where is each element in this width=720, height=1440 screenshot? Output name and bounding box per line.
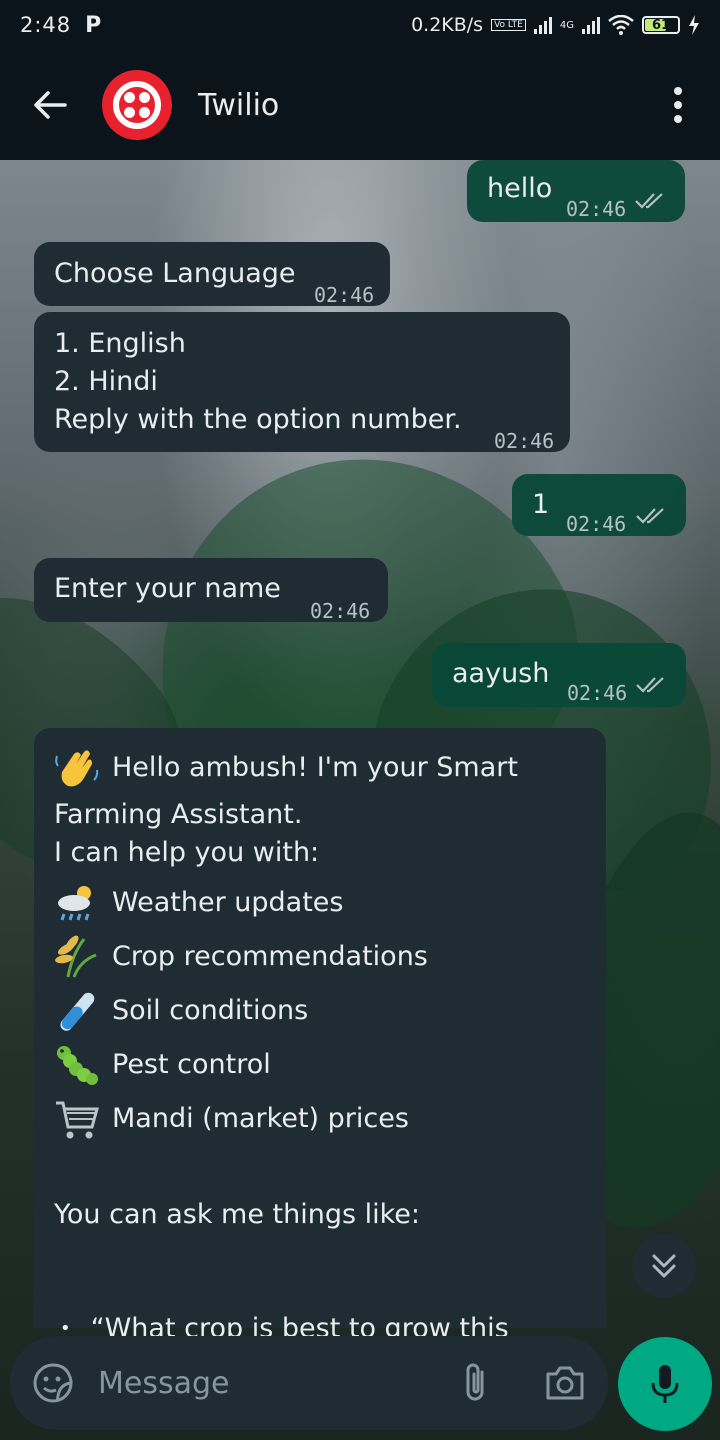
camera-icon[interactable] bbox=[544, 1364, 586, 1402]
voice-message-button[interactable] bbox=[618, 1337, 712, 1431]
message-bubble-outgoing[interactable]: 1 02:46 bbox=[512, 474, 686, 536]
feature-item: Weather updates bbox=[54, 876, 594, 930]
attach-icon[interactable] bbox=[460, 1362, 490, 1404]
feature-label: Pest control bbox=[112, 1049, 271, 1080]
message-time: 02:46 bbox=[314, 283, 375, 307]
network-speed: 0.2KB/s bbox=[411, 14, 484, 36]
battery-icon: 61 bbox=[642, 16, 680, 34]
status-bar: 2:48 P 0.2KB/s Vo LTE 4G 61 bbox=[0, 0, 720, 50]
message-time: 02:46 bbox=[494, 429, 555, 453]
weather-icon bbox=[58, 886, 91, 921]
crop-icon bbox=[55, 935, 97, 978]
cart-icon bbox=[56, 1101, 99, 1139]
message-time: 02:46 bbox=[566, 197, 627, 221]
status-time: 2:48 bbox=[20, 13, 72, 37]
scroll-to-bottom-button[interactable] bbox=[632, 1234, 696, 1298]
message-bubble-incoming[interactable]: Enter your name 02:46 bbox=[34, 558, 388, 623]
message-input[interactable]: Message bbox=[98, 1366, 229, 1401]
pest-icon bbox=[57, 1046, 98, 1085]
double-check-icon bbox=[635, 193, 663, 209]
double-check-icon bbox=[636, 508, 664, 524]
back-button[interactable] bbox=[22, 77, 78, 133]
message-input-bar: Message bbox=[10, 1336, 608, 1430]
double-chevron-down-icon bbox=[652, 1254, 676, 1278]
feature-item: Crop recommendations bbox=[54, 930, 594, 984]
more-options-button[interactable] bbox=[658, 77, 698, 133]
intro-text: I can help you with: bbox=[54, 837, 320, 868]
welcome-message-bubble[interactable]: Hello ambush! I'm your Smart Farming Ass… bbox=[34, 728, 606, 1344]
contact-name[interactable]: Twilio bbox=[198, 88, 279, 123]
ask-text: You can ask me things like: bbox=[54, 1199, 421, 1230]
feature-label: Weather updates bbox=[112, 887, 344, 918]
message-text: 1 bbox=[532, 489, 550, 520]
double-check-icon bbox=[636, 677, 664, 693]
message-text: Enter your name bbox=[54, 573, 281, 604]
sticker-emoji-icon[interactable] bbox=[32, 1362, 74, 1404]
app-notification-icon: P bbox=[85, 12, 102, 38]
soil-icon bbox=[60, 992, 95, 1031]
signal-icon bbox=[533, 16, 552, 34]
chat-header: Twilio bbox=[0, 50, 720, 160]
message-text: Choose Language bbox=[54, 258, 296, 289]
charging-icon bbox=[689, 15, 699, 35]
message-line: 1. English bbox=[54, 328, 186, 359]
message-line: 2. Hindi bbox=[54, 366, 158, 397]
network-type: 4G bbox=[559, 19, 574, 31]
feature-label: Soil conditions bbox=[112, 995, 309, 1026]
message-time: 02:46 bbox=[310, 599, 371, 623]
twilio-logo-icon bbox=[113, 81, 161, 129]
message-bubble-incoming[interactable]: 1. English 2. Hindi Reply with the optio… bbox=[34, 312, 570, 453]
feature-item: Soil conditions bbox=[54, 984, 594, 1038]
signal-icon-2 bbox=[582, 16, 600, 34]
message-bubble-outgoing[interactable]: hello 02:46 bbox=[467, 160, 685, 222]
message-line: Reply with the option number. bbox=[54, 404, 462, 435]
message-time: 02:46 bbox=[566, 512, 627, 536]
message-time: 02:46 bbox=[567, 681, 628, 705]
avatar[interactable] bbox=[102, 70, 172, 140]
arrow-back-icon bbox=[34, 91, 67, 119]
feature-label: Crop recommendations bbox=[112, 941, 428, 972]
volte-icon: Vo LTE bbox=[491, 19, 526, 31]
waving-hand-icon bbox=[55, 750, 99, 787]
feature-label: Mandi (market) prices bbox=[112, 1103, 409, 1134]
greeting-line: Hello ambush! I'm your Smart bbox=[112, 752, 518, 783]
greeting-line: Farming Assistant. bbox=[54, 799, 303, 830]
microphone-icon bbox=[651, 1365, 679, 1403]
message-text: aayush bbox=[452, 658, 550, 689]
feature-item: Mandi (market) prices bbox=[54, 1092, 594, 1146]
message-bubble-outgoing[interactable]: aayush 02:46 bbox=[432, 643, 686, 707]
message-bubble-incoming[interactable]: Choose Language 02:46 bbox=[34, 242, 390, 307]
wifi-icon bbox=[608, 15, 634, 35]
message-text: hello bbox=[487, 173, 553, 204]
feature-item: Pest control bbox=[54, 1038, 594, 1092]
